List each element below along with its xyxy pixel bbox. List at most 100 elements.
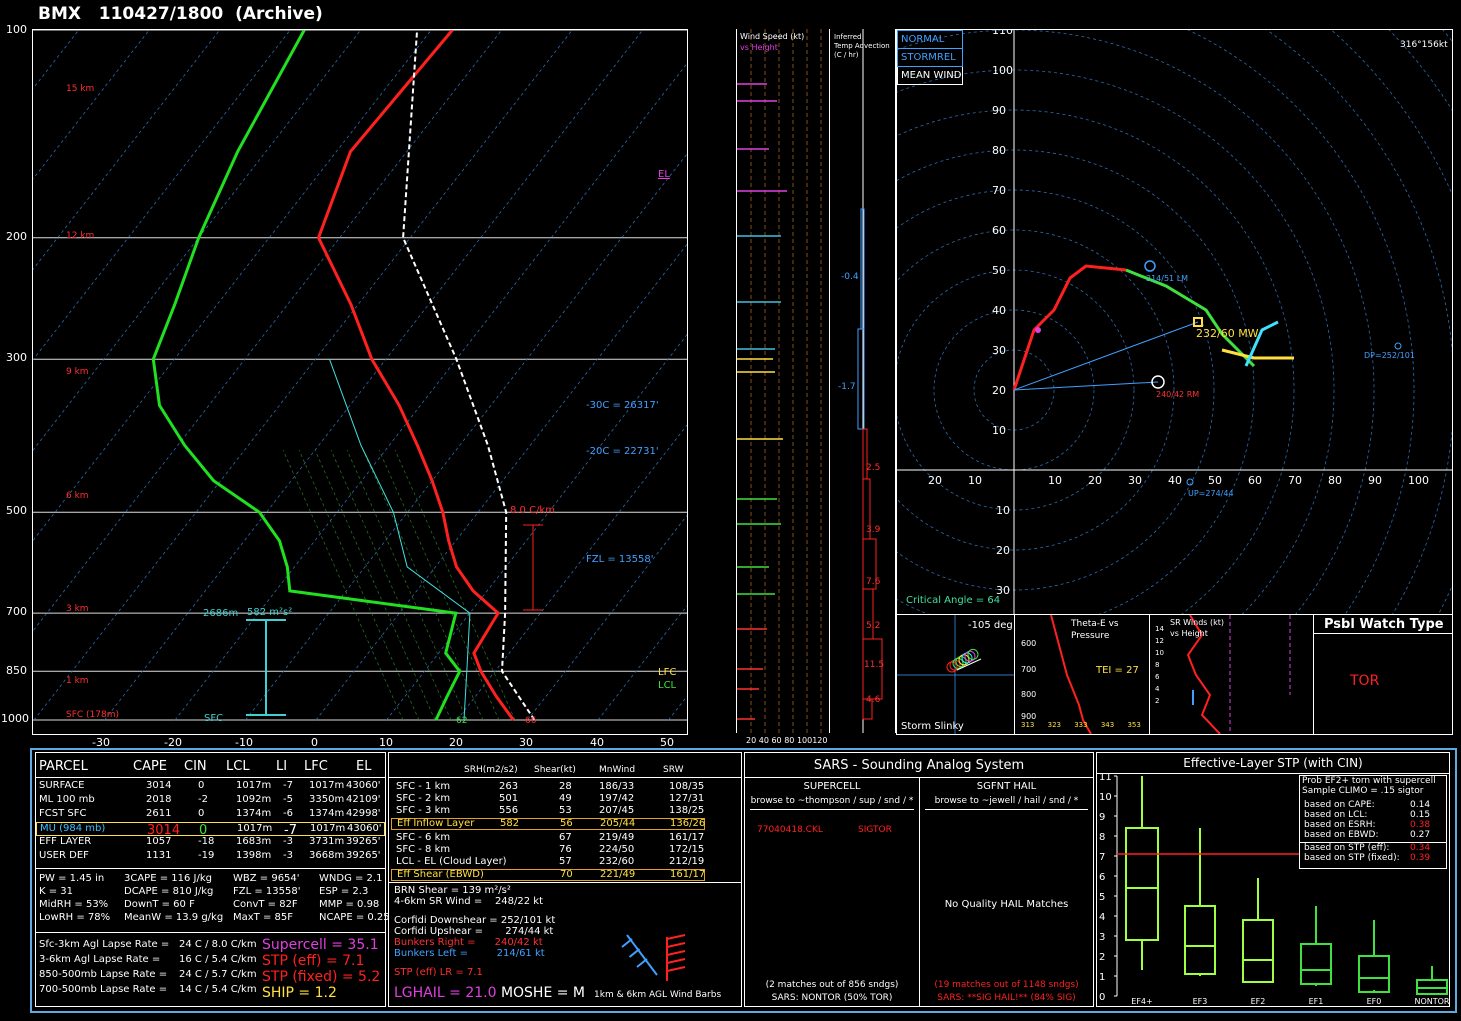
hodo-ring	[1266, 30, 1452, 614]
isotherm	[33, 30, 221, 271]
kin-cell: 501	[499, 793, 519, 804]
stp-y-tick: 0	[1099, 992, 1105, 1003]
stp-prob-label: based on STP (fixed):	[1304, 853, 1400, 863]
slinky-title: Storm Slinky	[901, 721, 964, 732]
stp-y-tick: 8	[1099, 832, 1105, 843]
parcel-cell: -3	[283, 836, 293, 847]
no-hail-matches: No Quality HAIL Matches	[944, 899, 1069, 910]
hodo-y-tick: 60	[992, 224, 1006, 237]
advection-bar	[862, 588, 874, 640]
hodo-x-tick: 20	[928, 474, 942, 487]
stp-y-tick: 1	[1099, 972, 1105, 983]
kinematics-panel: SRH(m2/s2) Shear(kt) MnWind SRW SFC - 1 …	[388, 752, 742, 1007]
isotherm	[456, 424, 687, 721]
stp-legend: Prob EF2+ torn with supercell Sample CLI…	[1299, 775, 1447, 869]
srwinds-ticks: 14 12 10 8 6 4 2	[1155, 625, 1164, 705]
kin-cell: 108/35	[669, 781, 705, 792]
index-value: DCAPE = 810 J/kg	[124, 886, 214, 897]
kin-cell: 161/17	[669, 832, 705, 843]
moist-adiabat	[314, 449, 436, 721]
kin-cell: 57	[559, 856, 572, 867]
watch-type-panel: Psbl Watch Type TOR	[1313, 614, 1453, 735]
parcel-cell: 1683m	[236, 836, 272, 847]
parcel-row[interactable]: FCST SFC 2611 0 1374m -6 1374m 42998'	[36, 808, 385, 822]
stp-prob-value: 0.38	[1410, 820, 1431, 830]
parcel-cell: 3014	[146, 780, 172, 791]
thetae-t-ticks: 313 323 333 343 353	[1021, 721, 1141, 729]
hodo-x-tick: 50	[1208, 474, 1222, 487]
parcel-row[interactable]: MU (984 mb) 3014 0 1017m -7 1017m 43060'	[36, 822, 385, 838]
hodo-trace-3-6km	[1125, 268, 1256, 368]
lm-label: 214/51 LM	[1146, 274, 1189, 283]
p-label-1000: 1000	[1, 712, 29, 725]
srwinds-title: SR Winds (kt) vs Height	[1170, 618, 1225, 638]
p-label-500: 500	[6, 504, 27, 517]
kin-cell: LCL - EL (Cloud Layer)	[396, 856, 507, 867]
isotherm	[597, 605, 687, 721]
parcel-cell: -18	[198, 836, 215, 847]
kin-cell: 56	[560, 818, 573, 829]
isotherm	[245, 153, 687, 721]
kin-cell: Eff Shear (EBWD)	[397, 869, 484, 880]
stp-y-tick: 9	[1099, 812, 1105, 823]
temp-adv-value: -0.4	[841, 272, 859, 282]
parcel-cell: 1398m	[236, 850, 272, 861]
stp-prob-row: based on STP (fixed): 0.39	[1300, 853, 1446, 863]
index-value: MidRH = 53%	[39, 899, 109, 910]
isotherm	[668, 695, 687, 721]
sars-panel: SARS - Sounding Analog System SUPERCELL …	[744, 752, 1094, 1007]
parcel-row[interactable]: SURFACE 3014 0 1017m -7 1017m 43060'	[36, 780, 385, 794]
hail-browse: browse to ~jewell / hail / snd / *	[934, 796, 1079, 806]
wind-speed-panel	[736, 29, 830, 733]
parcel-cell: FCST SFC	[39, 808, 87, 819]
kin-cell: 67	[559, 832, 572, 843]
stormrel-button[interactable]: STORMREL	[897, 49, 963, 67]
stp-y-tick: 7	[1099, 852, 1105, 863]
parcel-row[interactable]: USER DEF 1131 -19 1398m -3 3668m 39265'	[36, 850, 385, 864]
hodograph: 20 10 10 20 30 40 50 60 70 80 90 100 110 100 90 80 70 60 5…	[897, 30, 1452, 614]
parcel-row[interactable]: ML 100 mb 2018 -2 1092m -5 3350m 42109'	[36, 794, 385, 808]
parcel-cell: 43060'	[347, 823, 382, 834]
index-value: DownT = 60 F	[124, 899, 195, 910]
temp-adv-value: 11.5	[864, 660, 885, 670]
lapse-value: 24 C / 8.0 C/km	[179, 939, 257, 950]
h-label-sfc: SFC (178m)	[66, 710, 120, 720]
kin-cell: 76	[559, 844, 572, 855]
sars-match-file[interactable]: 77040418.CKL	[757, 825, 823, 835]
stp-prob-value: 0.39	[1410, 853, 1431, 863]
parcel-row[interactable]: EFF LAYER 1057 -18 1683m -3 3731m 39265'	[36, 836, 385, 850]
isotherm	[33, 30, 150, 180]
parcel-cell: -7	[283, 780, 293, 791]
kin-cell: 221/49	[600, 869, 636, 880]
mean-wind-button[interactable]: MEAN WIND	[897, 67, 963, 85]
kin-row: LCL - EL (Cloud Layer) 57 232/60 212/19	[391, 856, 705, 869]
parcel-panel: PARCEL CAPE CIN LCL LI LFC EL SURFACE 301…	[35, 752, 390, 1007]
storm-inflow-line	[1013, 381, 1159, 391]
parcel-cell: -3	[283, 850, 293, 861]
normal-button[interactable]: NORMAL	[897, 30, 963, 49]
moist-adiabat	[330, 449, 452, 721]
hodo-ring	[1388, 30, 1452, 111]
kin-cell: SFC - 3 km	[396, 805, 451, 816]
parcel-cell: -5	[283, 794, 293, 805]
kin-cell: 53	[559, 805, 572, 816]
lapse-value: 24 C / 5.7 C/km	[179, 969, 257, 980]
index-value: MeanW = 13.9 g/kg	[124, 912, 224, 923]
parcel-cell: 0	[198, 808, 205, 819]
hodo-point	[1035, 327, 1041, 333]
stp-box	[1300, 943, 1332, 985]
index-value: LowRH = 78%	[39, 912, 111, 923]
watch-title: Psbl Watch Type	[1324, 617, 1444, 632]
stp-box	[1125, 827, 1159, 941]
stp-category-label: EF0	[1367, 997, 1382, 1006]
storm-motion-readout: 316°156kt	[1400, 40, 1448, 50]
sars-center-divider	[919, 777, 920, 1006]
stp-prob-label: based on EBWD:	[1304, 830, 1379, 840]
temp-adv-value: 7.6	[866, 577, 881, 587]
hodo-ring	[897, 30, 1452, 614]
supercell-sub-divider	[750, 809, 914, 810]
stp-eff-value: STP (eff) = 7.1	[262, 953, 365, 969]
hodo-x-tick: 60	[1248, 474, 1262, 487]
temp-adv-value: -1.7	[838, 382, 856, 392]
hodo-ring	[897, 69, 1335, 614]
